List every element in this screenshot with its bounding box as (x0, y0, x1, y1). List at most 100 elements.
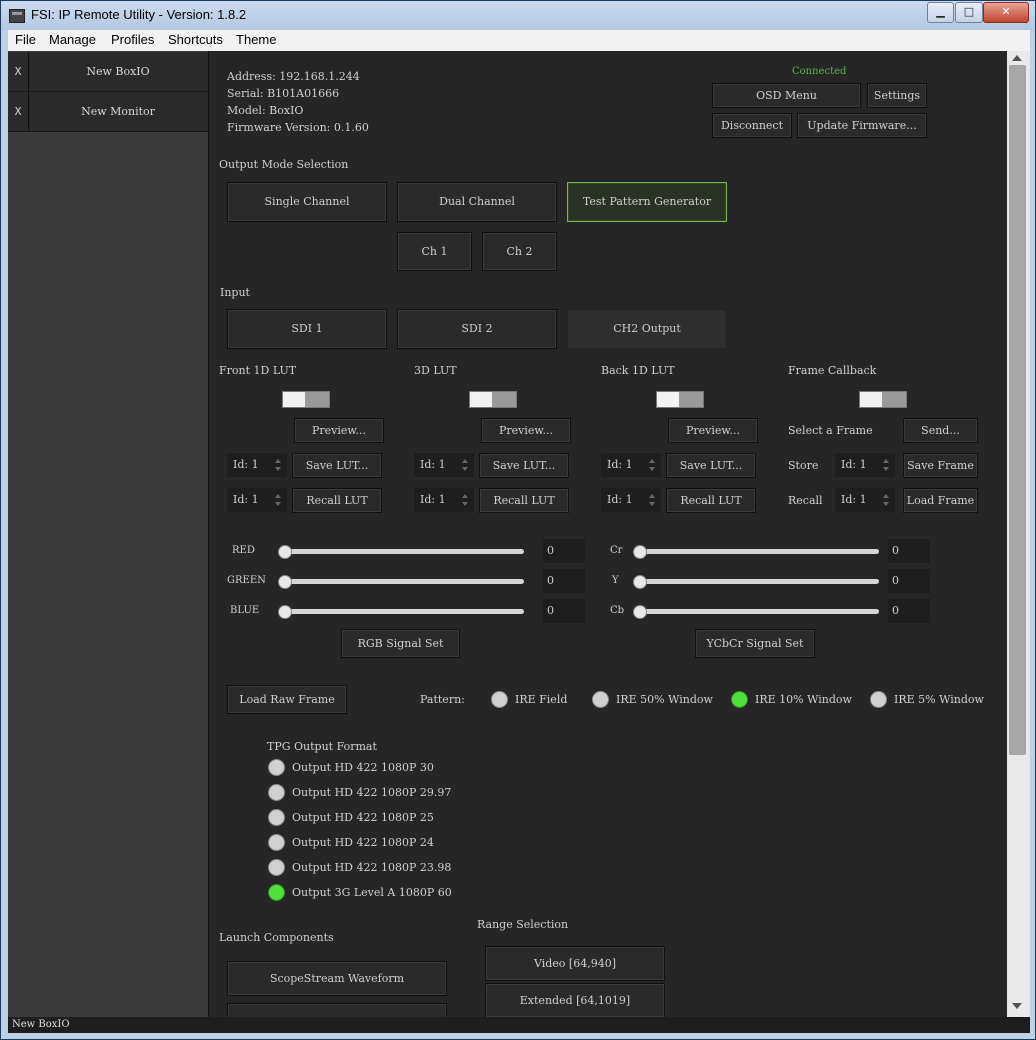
tpg-format-radio[interactable] (268, 759, 285, 776)
title-bar[interactable]: FSI: IP Remote Utility - Version: 1.8.2 … (1, 1, 1035, 30)
test-pattern-generator-button[interactable]: Test Pattern Generator (567, 182, 727, 222)
ch2-output-button[interactable]: CH2 Output (567, 309, 727, 349)
scroll-down-icon[interactable] (1012, 1003, 1022, 1009)
spin-up-icon[interactable] (649, 459, 655, 463)
ire-field-radio[interactable] (491, 691, 508, 708)
back-lut-toggle[interactable] (656, 391, 704, 408)
tpg-format-label[interactable]: Output HD 422 1080P 25 (292, 811, 434, 824)
y-value[interactable]: 0 (888, 569, 930, 593)
sidebar-item-monitor[interactable]: X New Monitor (8, 92, 208, 132)
cr-slider-handle[interactable] (633, 545, 647, 559)
send-frame-button[interactable]: Send... (903, 418, 978, 443)
frame-callback-toggle[interactable] (859, 391, 907, 408)
close-tab-icon[interactable]: X (8, 52, 29, 91)
single-channel-button[interactable]: Single Channel (227, 182, 387, 222)
osd-menu-button[interactable]: OSD Menu (712, 83, 861, 108)
spin-down-icon[interactable] (462, 467, 468, 471)
tpg-format-label[interactable]: Output HD 422 1080P 24 (292, 836, 434, 849)
tpg-format-radio[interactable] (268, 784, 285, 801)
cb-slider[interactable] (639, 609, 879, 614)
red-value[interactable]: 0 (543, 539, 585, 563)
close-window-button[interactable]: ✕ (983, 2, 1029, 23)
tpg-format-label[interactable]: Output HD 422 1080P 23.98 (292, 861, 451, 874)
ire-10-window-label[interactable]: IRE 10% Window (755, 693, 852, 706)
menu-profiles[interactable]: Profiles (111, 32, 154, 47)
spin-up-icon[interactable] (275, 494, 281, 498)
rgb-signal-set-button[interactable]: RGB Signal Set (341, 629, 460, 658)
spin-down-icon[interactable] (883, 502, 889, 506)
save-frame-button[interactable]: Save Frame (903, 453, 978, 478)
spin-down-icon[interactable] (275, 502, 281, 506)
cr-slider[interactable] (639, 549, 879, 554)
scroll-up-icon[interactable] (1012, 55, 1022, 61)
load-frame-button[interactable]: Load Frame (903, 488, 978, 513)
spin-up-icon[interactable] (883, 459, 889, 463)
tpg-format-label[interactable]: Output 3G Level A 1080P 60 (292, 886, 452, 899)
y-slider[interactable] (639, 579, 879, 584)
3d-recall-lut-button[interactable]: Recall LUT (479, 488, 569, 513)
maximize-button[interactable]: □ (955, 2, 983, 23)
3d-save-id-spinbox[interactable]: Id: 1 (414, 453, 474, 477)
dual-channel-button[interactable]: Dual Channel (397, 182, 557, 222)
minimize-button[interactable]: ▁ (927, 2, 954, 23)
back-recall-id-spinbox[interactable]: Id: 1 (601, 488, 661, 512)
cb-slider-handle[interactable] (633, 605, 647, 619)
cb-value[interactable]: 0 (888, 599, 930, 623)
y-slider-handle[interactable] (633, 575, 647, 589)
back-save-id-spinbox[interactable]: Id: 1 (601, 453, 661, 477)
sidebar-item-label[interactable]: New BoxIO (28, 52, 208, 91)
front-save-lut-button[interactable]: Save LUT... (292, 453, 382, 478)
ire-50-window-label[interactable]: IRE 50% Window (616, 693, 713, 706)
ire-50-window-radio[interactable] (592, 691, 609, 708)
spin-up-icon[interactable] (462, 494, 468, 498)
menu-file[interactable]: File (15, 32, 36, 47)
spin-down-icon[interactable] (649, 467, 655, 471)
load-raw-frame-button[interactable]: Load Raw Frame (227, 685, 347, 714)
back-save-lut-button[interactable]: Save LUT... (666, 453, 756, 478)
tpg-format-radio[interactable] (268, 859, 285, 876)
tpg-format-label[interactable]: Output HD 422 1080P 29.97 (292, 786, 451, 799)
green-slider[interactable] (284, 579, 524, 584)
spin-up-icon[interactable] (462, 459, 468, 463)
blue-value[interactable]: 0 (543, 599, 585, 623)
vertical-scrollbar[interactable] (1007, 51, 1030, 1017)
spin-down-icon[interactable] (462, 502, 468, 506)
sdi2-button[interactable]: SDI 2 (397, 309, 557, 349)
scrollbar-thumb[interactable] (1009, 65, 1026, 755)
front-lut-toggle[interactable] (282, 391, 330, 408)
spin-down-icon[interactable] (275, 467, 281, 471)
sdi1-button[interactable]: SDI 1 (227, 309, 387, 349)
green-slider-handle[interactable] (278, 575, 292, 589)
launch-component-button[interactable] (227, 1003, 447, 1017)
ire-5-window-radio[interactable] (870, 691, 887, 708)
back-lut-preview-button[interactable]: Preview... (668, 418, 758, 443)
back-recall-lut-button[interactable]: Recall LUT (666, 488, 756, 513)
sidebar-item-label[interactable]: New Monitor (28, 92, 208, 131)
red-slider[interactable] (284, 549, 524, 554)
cr-value[interactable]: 0 (888, 539, 930, 563)
spin-up-icon[interactable] (275, 459, 281, 463)
front-lut-preview-button[interactable]: Preview... (294, 418, 384, 443)
red-slider-handle[interactable] (278, 545, 292, 559)
settings-button[interactable]: Settings (867, 83, 927, 108)
disconnect-button[interactable]: Disconnect (712, 113, 792, 138)
store-id-spinbox[interactable]: Id: 1 (835, 453, 895, 477)
3d-save-lut-button[interactable]: Save LUT... (479, 453, 569, 478)
3d-lut-toggle[interactable] (469, 391, 517, 408)
ire-field-label[interactable]: IRE Field (515, 693, 567, 706)
ch2-button[interactable]: Ch 2 (482, 232, 557, 271)
3d-recall-id-spinbox[interactable]: Id: 1 (414, 488, 474, 512)
ire-10-window-radio[interactable] (731, 691, 748, 708)
tpg-format-radio-selected[interactable] (268, 884, 285, 901)
front-save-id-spinbox[interactable]: Id: 1 (227, 453, 287, 477)
sidebar-item-boxio[interactable]: X New BoxIO (8, 52, 208, 92)
menu-shortcuts[interactable]: Shortcuts (168, 32, 223, 47)
spin-down-icon[interactable] (649, 502, 655, 506)
tpg-format-radio[interactable] (268, 809, 285, 826)
front-recall-id-spinbox[interactable]: Id: 1 (227, 488, 287, 512)
spin-up-icon[interactable] (649, 494, 655, 498)
recall-id-spinbox[interactable]: Id: 1 (835, 488, 895, 512)
range-video-button[interactable]: Video [64,940] (485, 946, 665, 981)
menu-manage[interactable]: Manage (49, 32, 96, 47)
scopestream-waveform-button[interactable]: ScopeStream Waveform (227, 961, 447, 996)
